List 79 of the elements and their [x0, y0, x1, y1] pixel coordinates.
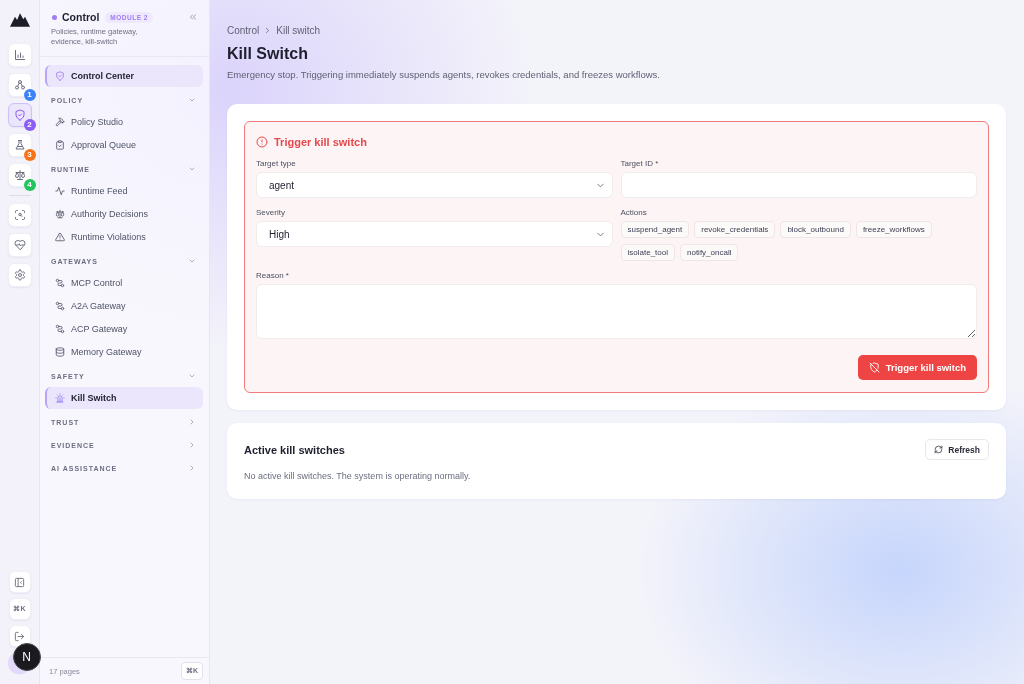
- field-label: Actions: [620, 208, 648, 218]
- logout-icon: [14, 630, 25, 642]
- action-chip[interactable]: notify_oncall: [680, 244, 739, 261]
- target-type-select[interactable]: agent: [256, 172, 613, 198]
- count-badge: 4: [23, 179, 36, 191]
- route-icon: [55, 278, 65, 288]
- page-title: Kill Switch: [227, 44, 309, 64]
- severity-select[interactable]: High: [256, 221, 613, 247]
- field-label: Target type: [256, 159, 297, 169]
- sidebar-item[interactable]: Memory Gateway: [45, 341, 203, 363]
- settings-icon: [13, 269, 26, 281]
- sidebar-item[interactable]: A2A Gateway: [45, 295, 203, 317]
- heart-pulse-icon: [13, 239, 26, 251]
- sidebar-item[interactable]: Approval Queue: [45, 134, 203, 156]
- count-badge: 3: [23, 149, 36, 161]
- refresh-icon: [934, 445, 944, 454]
- chevrons-left-icon: [188, 12, 198, 22]
- chevron-down-icon: [188, 165, 196, 173]
- reason-field[interactable]: [256, 284, 977, 339]
- action-chip[interactable]: block_outbound: [780, 221, 851, 238]
- route-icon: [55, 301, 65, 311]
- database-icon: [55, 347, 65, 357]
- activity-icon: [55, 186, 65, 196]
- mountain-logo-icon: [9, 13, 30, 27]
- shield-check-icon: [55, 71, 65, 81]
- sidebar-item[interactable]: Authority Decisions: [45, 203, 203, 225]
- refresh-button[interactable]: Refresh: [925, 439, 989, 460]
- action-chip[interactable]: suspend_agent: [620, 221, 690, 238]
- field-label: Target ID *: [620, 159, 660, 169]
- alert-circle-icon: [256, 136, 268, 148]
- hammer-icon: [55, 117, 65, 127]
- chevron-right-icon: [188, 441, 196, 449]
- sidebar-item[interactable]: MCP Control: [45, 272, 203, 294]
- count-badge: 2: [23, 119, 36, 131]
- logout-button[interactable]: [8, 625, 31, 647]
- card-title: Active kill switches: [244, 442, 345, 457]
- rail-nav-button[interactable]: [7, 203, 32, 227]
- action-chip[interactable]: isolate_tool: [620, 244, 675, 261]
- sidebar-item[interactable]: Kill Switch: [45, 387, 203, 409]
- sidebar-item[interactable]: Control Center: [45, 65, 203, 87]
- nodes-icon: [13, 79, 26, 91]
- module-title: Control: [62, 11, 100, 23]
- siren-icon: [55, 393, 65, 403]
- empty-state-text: No active kill switches. The system is operating normally.: [244, 470, 472, 482]
- action-chip[interactable]: revoke_credentials: [694, 221, 776, 238]
- sidebar-toggle-icon: [14, 576, 25, 588]
- chevron-down-icon: [188, 257, 196, 265]
- action-chip[interactable]: freeze_workflows: [855, 221, 932, 238]
- shield-check-icon: [13, 109, 26, 121]
- sidebar-item[interactable]: ACP Gateway: [45, 318, 203, 340]
- chevron-down-icon: [188, 96, 196, 104]
- sidebar-item[interactable]: Policy Studio: [45, 111, 203, 133]
- sidebar-item[interactable]: Runtime Feed: [45, 180, 203, 202]
- flask-icon: [13, 139, 26, 151]
- rail-nav-button[interactable]: [7, 43, 32, 67]
- sidebar-item[interactable]: Runtime Violations: [45, 226, 203, 248]
- rail-nav-button[interactable]: [7, 263, 32, 287]
- trigger-button[interactable]: Trigger kill switch: [857, 355, 977, 380]
- bar-chart-icon: [13, 49, 26, 61]
- count-badge: 1: [23, 89, 36, 101]
- scan-icon: [13, 209, 26, 221]
- rail-nav-button[interactable]: [7, 233, 32, 257]
- status-dot-icon: [52, 14, 57, 20]
- clipboard-check-icon: [55, 140, 65, 150]
- chevron-right-icon: [188, 464, 196, 472]
- page-subtitle: Emergency stop. Triggering immediately suspends agents, revokes credentials, and freezes workflows.: [227, 68, 661, 81]
- chevron-right-icon: [188, 418, 196, 426]
- shield-off-icon: [868, 362, 880, 373]
- scales-icon: [55, 209, 65, 219]
- panel-title: Trigger kill switch: [274, 135, 367, 149]
- route-icon: [55, 324, 65, 334]
- breadcrumb-link[interactable]: Control: [227, 24, 260, 36]
- field-label: Reason *: [256, 271, 290, 281]
- scales-icon: [13, 169, 26, 181]
- sidebar-toggle-button[interactable]: [8, 571, 31, 593]
- breadcrumb-current: Kill switch: [276, 24, 321, 36]
- field-label: Severity: [256, 208, 286, 218]
- chevron-down-icon: [188, 372, 196, 380]
- warning-triangle-icon: [55, 232, 65, 242]
